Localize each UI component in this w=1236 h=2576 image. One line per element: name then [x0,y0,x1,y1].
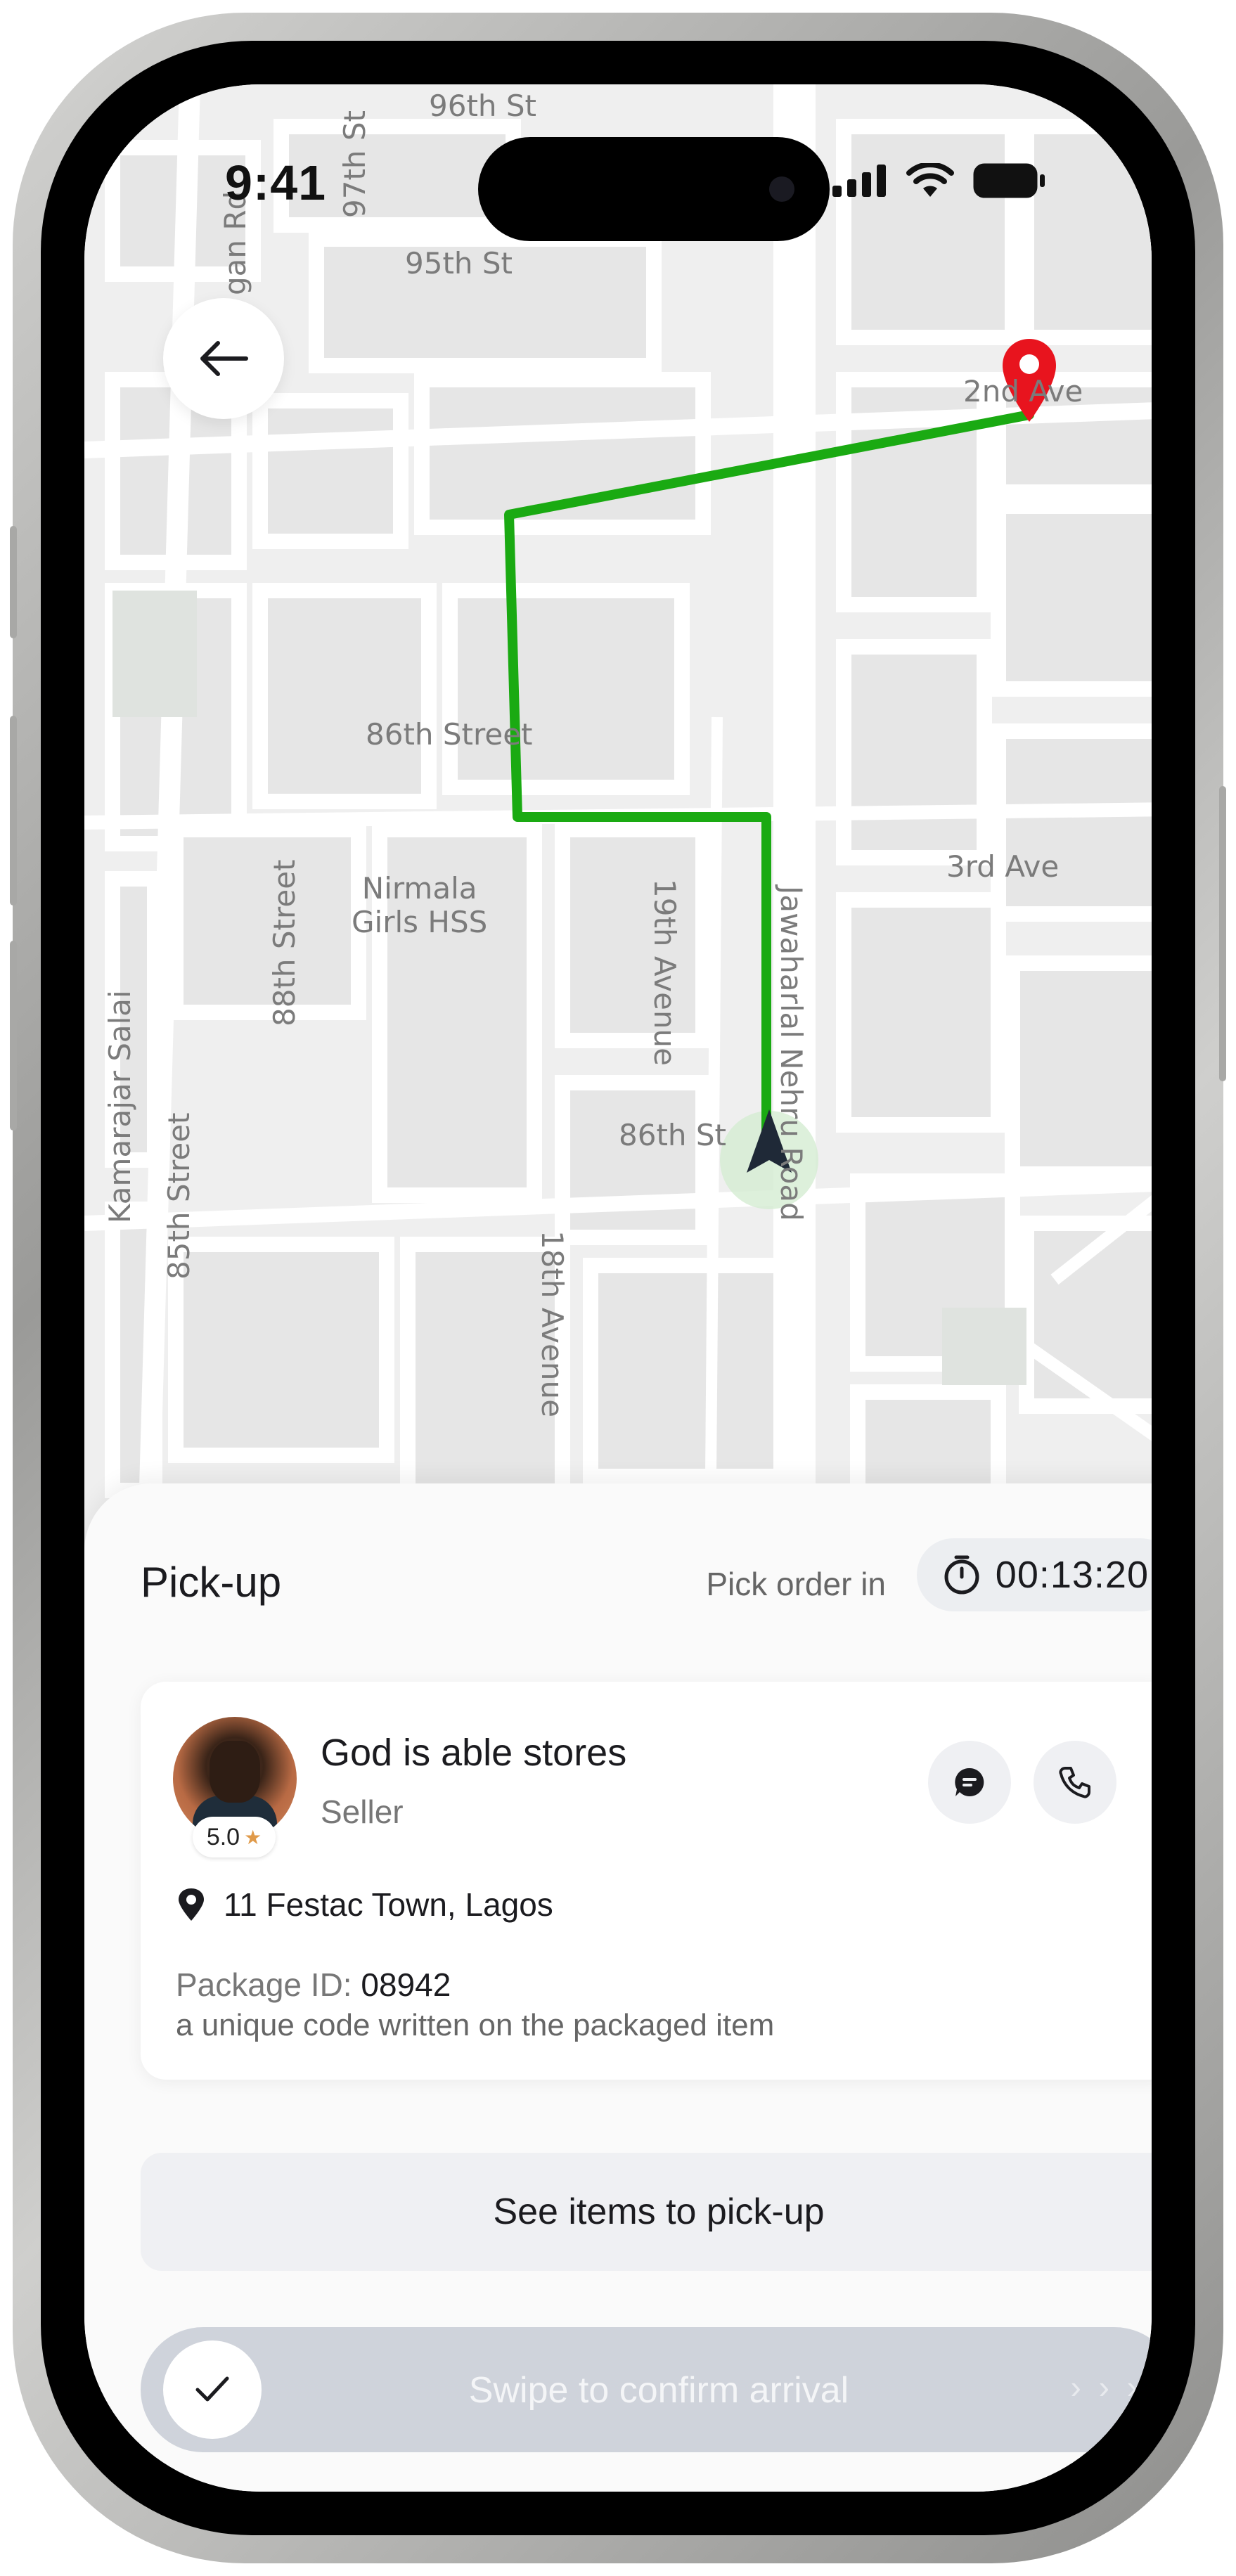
landmark-label: Nirmala Girls HSS [352,872,487,939]
package-label: Package ID: [176,1966,352,2003]
street-label: 3rd Ave [946,849,1060,884]
phone-frame: 96th St 95th St 2nd Ave 86th Street 3rd … [10,13,1226,2563]
package-note: a unique code written on the packaged it… [176,2008,775,2042]
volume-up-button [10,716,17,906]
power-button [1219,786,1226,1081]
rating-value: 5.0 [206,1823,240,1850]
dynamic-island [478,137,830,241]
wifi-icon [906,163,954,197]
street-label: 96th St [429,89,537,123]
package-id: 08942 [361,1966,451,2003]
avatar-face [210,1741,260,1803]
status-time: 9:41 [225,155,327,210]
street-label: 88th Street [267,859,302,1026]
street-label: 85th Street [162,1112,196,1280]
screen: 96th St 95th St 2nd Ave 86th Street 3rd … [84,84,1152,2492]
street-label: 19th Avenue [648,879,682,1066]
camera-icon [769,176,794,202]
timer-value: 00:13:20 [995,1554,1149,1596]
seller-role: Seller [321,1793,404,1830]
countdown-timer: 00:13:20 [916,1538,1152,1611]
street-label: 95th St [405,246,513,281]
package-row: Package ID: 08942 [176,1966,451,2004]
status-icons [832,163,1046,198]
signal-icon [832,165,886,197]
street-label: 86th Street [366,717,533,752]
phone-icon [1059,1767,1090,1798]
seller-card: 5.0 ★ God is able stores Seller 11 Festa… [141,1682,1152,2080]
mute-switch [10,526,17,638]
back-button[interactable] [163,298,284,419]
rating-badge: 5.0 ★ [193,1817,276,1857]
street-label: 86th St [619,1118,727,1152]
location-pin-icon [179,1888,204,1921]
star-icon: ★ [244,1826,262,1848]
stopwatch-icon [944,1555,979,1595]
street-label: 2nd Ave [963,374,1083,408]
seller-address: 11 Festac Town, Lagos [224,1886,553,1923]
volume-down-button [10,941,17,1131]
chat-icon [955,1767,984,1796]
battery-icon [973,163,1045,198]
street-label: 18th Avenue [535,1230,569,1417]
call-button[interactable] [1034,1741,1116,1824]
sheet-title: Pick-up [141,1559,282,1606]
landmark-line: Girls HSS [352,905,488,939]
pick-order-label: Pick order in [706,1566,886,1602]
pickup-sheet: Pick-up Pick order in 00:13:20 5.0 ★ God… [84,1483,1152,2492]
swipe-confirm-slider[interactable]: Swipe to confirm arrival › › › [141,2327,1152,2452]
arrow-left-icon [200,341,248,376]
chat-button[interactable] [928,1741,1011,1824]
see-items-button[interactable]: See items to pick-up [141,2153,1152,2271]
phone-bezel: 96th St 95th St 2nd Ave 86th Street 3rd … [41,41,1195,2535]
street-label: Jawaharlal Nehru Road [774,886,809,1221]
landmark-line: Nirmala [361,871,477,906]
street-label: 97th St [337,110,372,218]
street-label: Kamarajar Salai [103,990,137,1223]
chevron-right-icon: › › › [1070,2369,1142,2405]
address-row: 11 Festac Town, Lagos [177,1886,553,1924]
swipe-label: Swipe to confirm arrival [468,2370,849,2411]
seller-name: God is able stores [321,1732,627,1774]
